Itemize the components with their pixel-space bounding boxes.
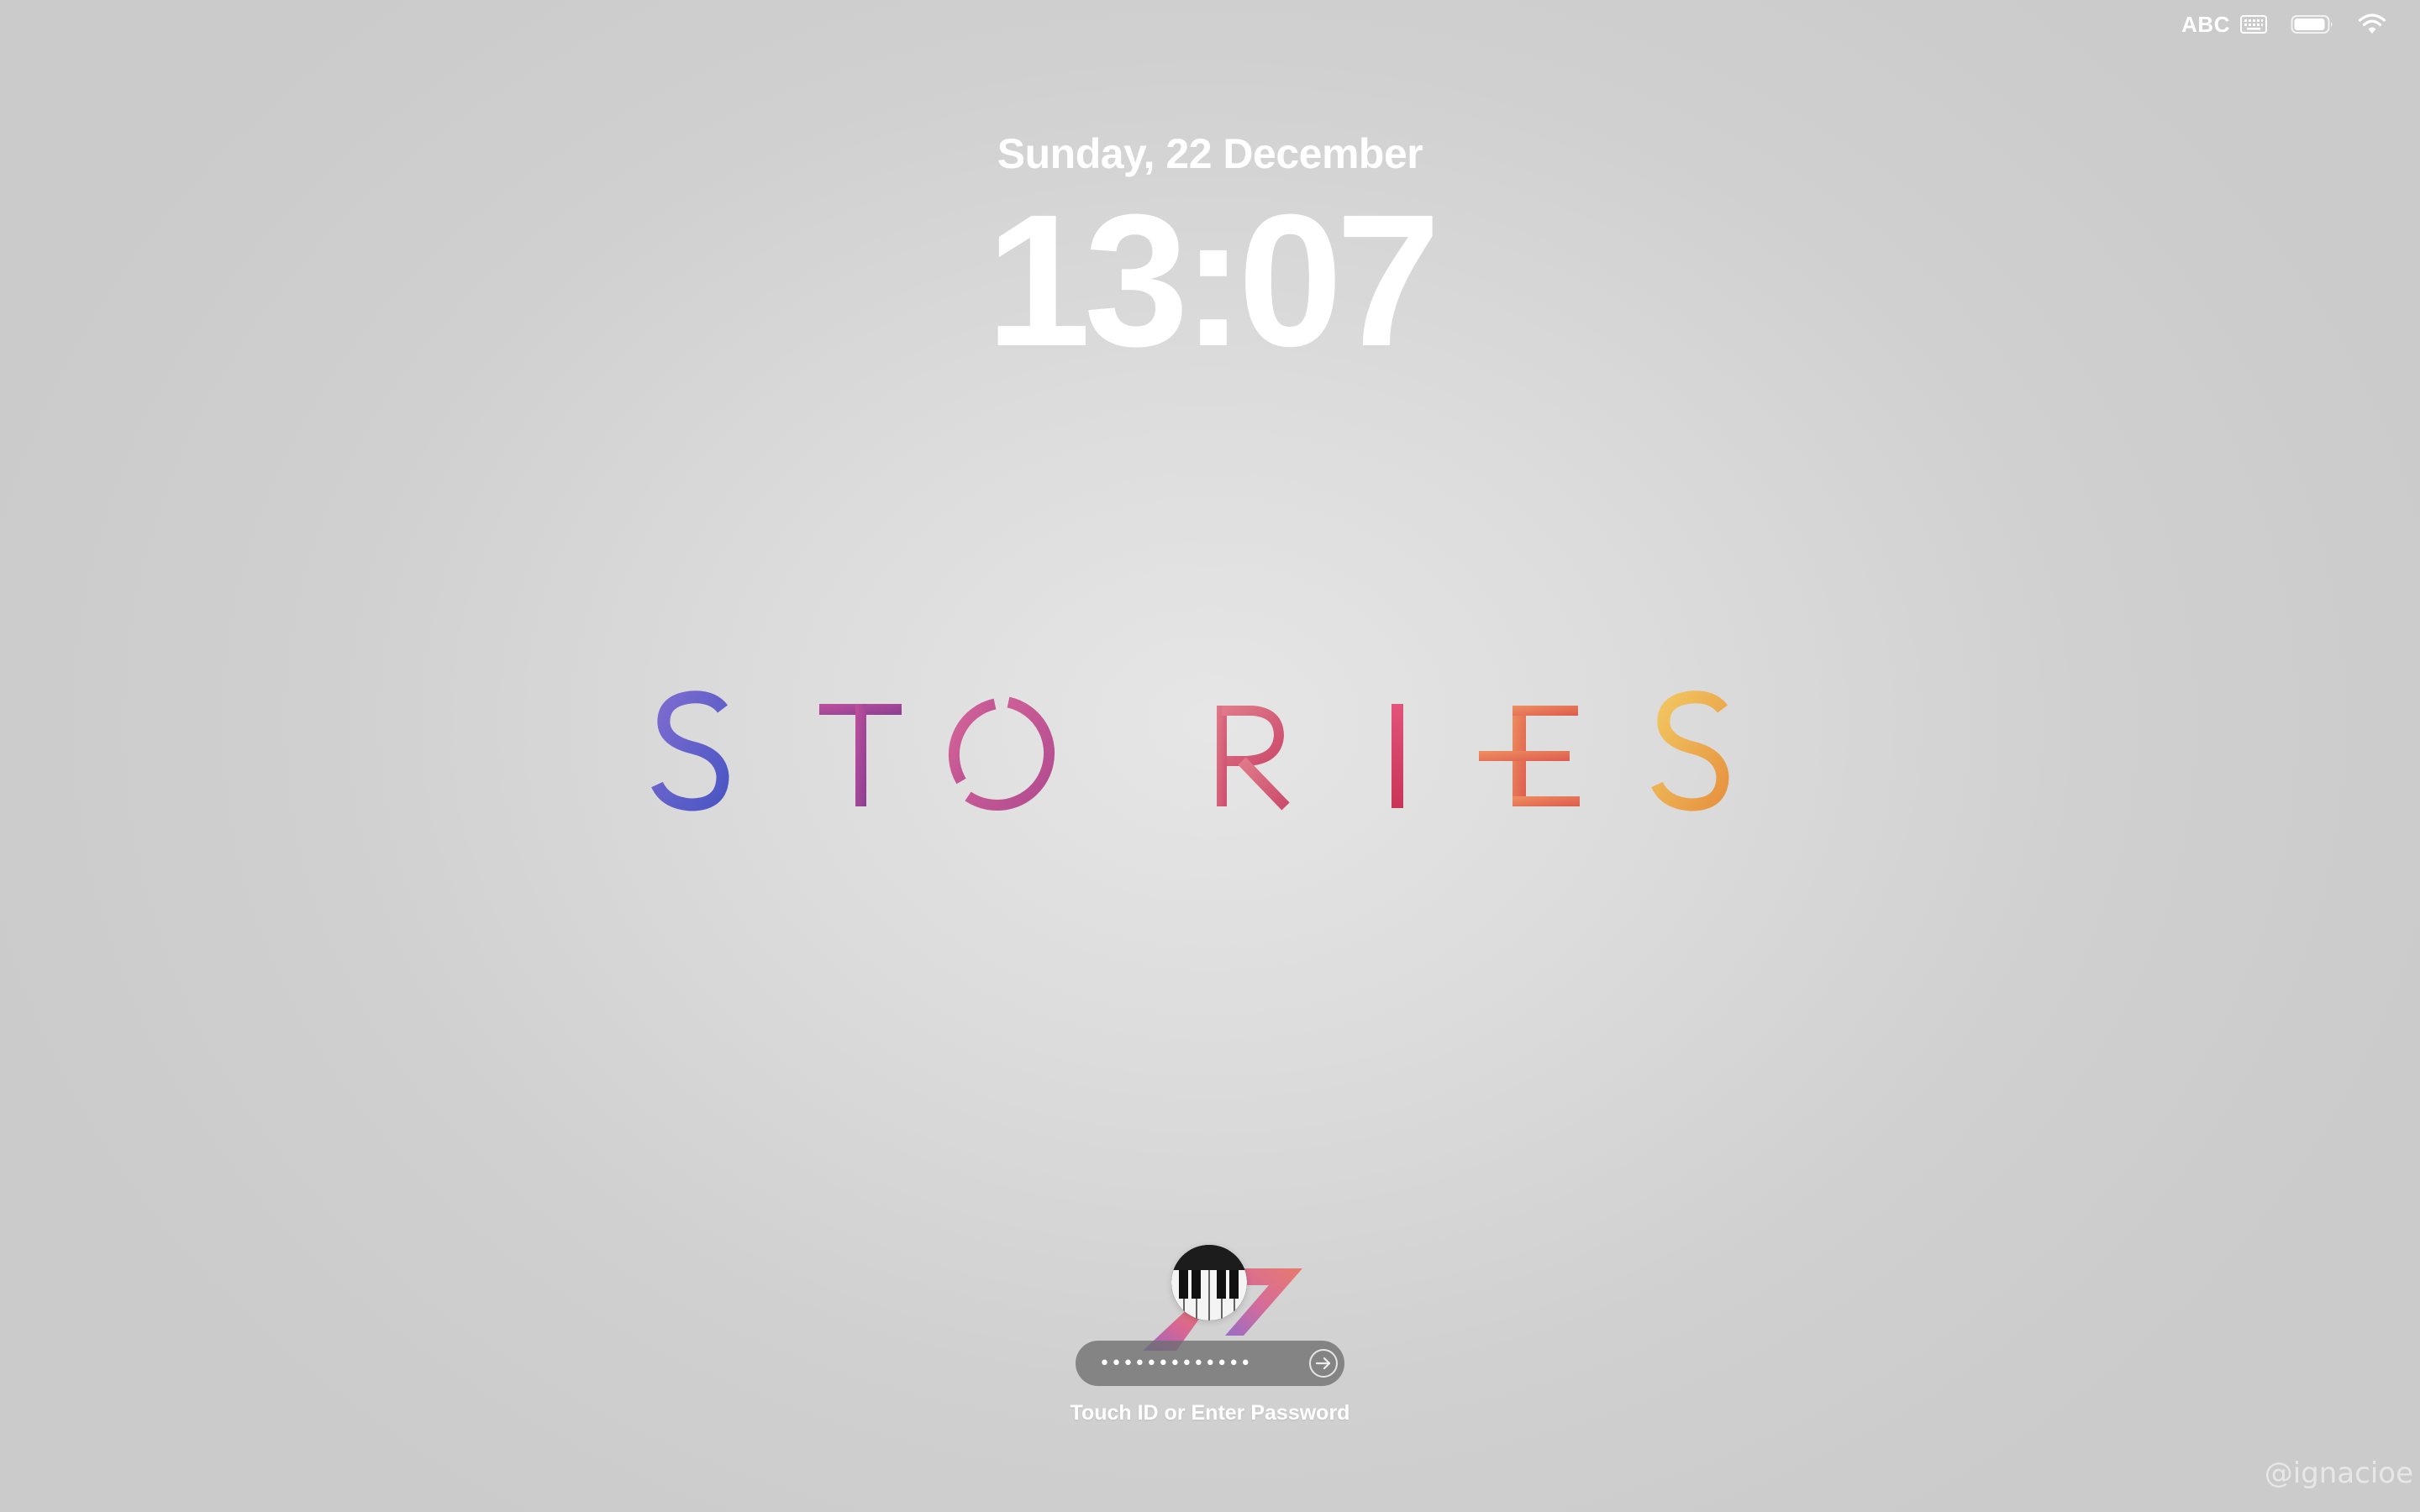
wallpaper-letter-e (1479, 706, 1580, 806)
password-input[interactable]: ••••••••••••• (1076, 1341, 1344, 1386)
menubar-status-area: ABC (2181, 8, 2386, 40)
login-hint: Touch ID or Enter Password (1070, 1401, 1350, 1425)
wallpaper-letter-o (948, 696, 1055, 811)
user-avatar[interactable] (1171, 1245, 1247, 1320)
keyboard-icon (2240, 15, 2267, 34)
piano-keys-icon (1171, 1245, 1247, 1320)
input-source-label: ABC (2181, 11, 2230, 37)
wifi-icon[interactable] (2358, 13, 2386, 35)
wallpaper-letter-r (1217, 706, 1290, 811)
lock-screen-time: 13:07 (986, 176, 1441, 386)
battery-icon[interactable] (2291, 14, 2334, 34)
wallpaper-letter-s-2 (1651, 690, 1729, 811)
wallpaper-letter-s (651, 690, 729, 811)
input-source-menu[interactable]: ABC (2181, 12, 2267, 38)
wallpaper-letter-i (1392, 704, 1403, 808)
lock-screen-date: Sunday, 22 December (997, 130, 1423, 177)
arrow-right-circle-icon[interactable] (1307, 1347, 1339, 1379)
wallpaper-title-artwork (639, 689, 1781, 832)
wallpaper-letter-t (819, 704, 902, 806)
watermark: @ignacioe (2264, 1457, 2413, 1490)
